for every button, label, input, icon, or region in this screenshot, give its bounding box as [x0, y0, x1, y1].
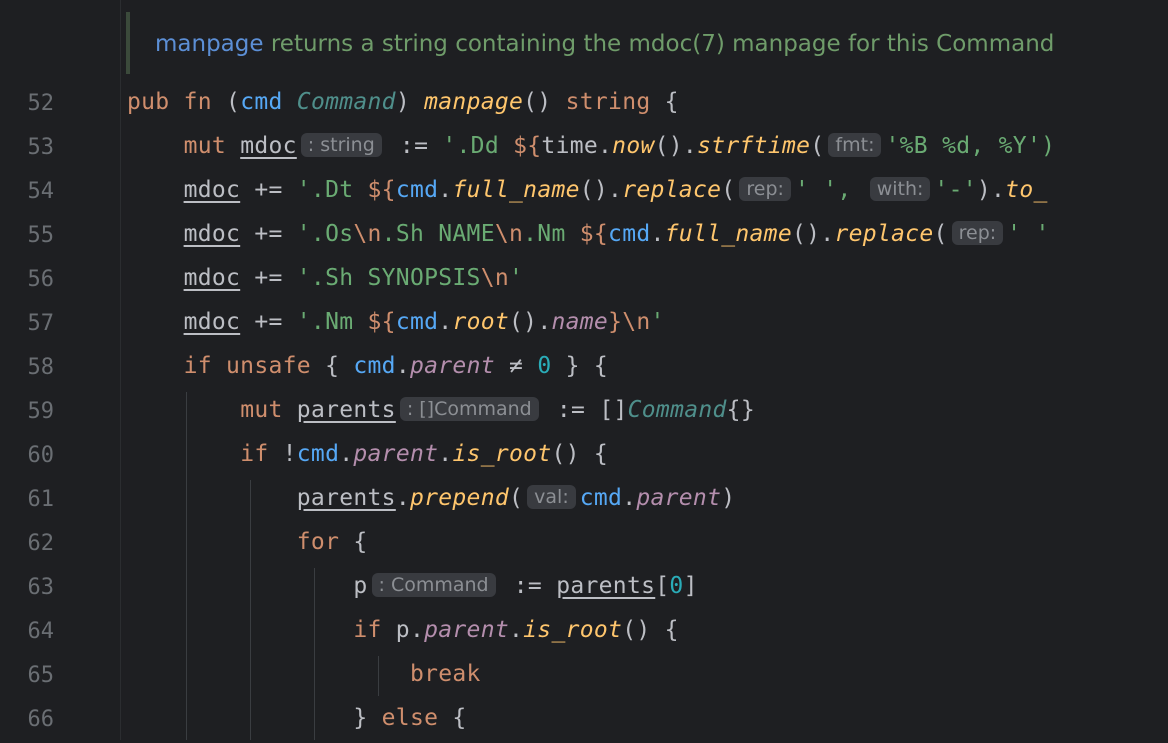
param-hint: val: — [527, 485, 576, 509]
line-number: 64 — [27, 619, 55, 644]
code-text[interactable]: } else { — [127, 705, 467, 731]
code-line[interactable]: 52 pub fn (cmd Command) manpage() string… — [0, 83, 1168, 127]
code-line[interactable]: 54 mdoc += '.Dt ${cmd.full_name().replac… — [0, 171, 1168, 215]
doc-comment-ref[interactable]: manpage — [155, 31, 264, 57]
line-number: 56 — [27, 267, 55, 292]
param-hint: rep: — [739, 177, 791, 201]
code-text[interactable]: mdoc += '.Dt ${cmd.full_name().replace(r… — [127, 177, 1048, 203]
line-number: 53 — [27, 135, 55, 160]
code-text[interactable]: if p.parent.is_root() { — [127, 617, 679, 643]
type-hint: : []Command — [399, 397, 539, 421]
code-text[interactable]: break — [127, 661, 481, 687]
code-text[interactable]: for { — [127, 529, 368, 555]
line-number: 52 — [27, 91, 55, 116]
code-text[interactable]: mdoc += '.Nm ${cmd.root().name}\n' — [127, 309, 665, 335]
code-line[interactable]: 63 p: Command := parents[0] — [0, 567, 1168, 611]
code-line[interactable]: 57 mdoc += '.Nm ${cmd.root().name}\n' — [0, 303, 1168, 347]
code-text[interactable]: if !cmd.parent.is_root() { — [127, 441, 608, 467]
line-number: 58 — [27, 355, 55, 380]
line-number: 60 — [27, 443, 55, 468]
param-hint: fmt: — [828, 133, 882, 157]
line-number: 57 — [27, 311, 55, 336]
code-line[interactable]: 66 } else { — [0, 699, 1168, 743]
code-line[interactable]: 60 if !cmd.parent.is_root() { — [0, 435, 1168, 479]
line-number: 59 — [27, 399, 55, 424]
line-number: 62 — [27, 531, 55, 556]
line-number: 63 — [27, 575, 55, 600]
code-line[interactable]: 61 parents.prepend(val: cmd.parent) — [0, 479, 1168, 523]
param-hint: rep: — [951, 221, 1004, 245]
line-number: 65 — [27, 663, 55, 688]
code-text[interactable]: mut mdoc: string := '.Dd ${time.now().st… — [127, 133, 1055, 159]
code-text[interactable]: parents.prepend(val: cmd.parent) — [127, 485, 735, 511]
code-text[interactable]: pub fn (cmd Command) manpage() string { — [127, 89, 679, 115]
code-line[interactable]: 59 mut parents: []Command := []Command{} — [0, 391, 1168, 435]
code-line[interactable]: 56 mdoc += '.Sh SYNOPSIS\n' — [0, 259, 1168, 303]
code-text[interactable]: mdoc += '.Os\n.Sh NAME\n.Nm ${cmd.full_n… — [127, 221, 1050, 247]
type-hint: : string — [300, 133, 382, 157]
param-hint: with: — [869, 177, 931, 201]
code-line[interactable]: 55 mdoc += '.Os\n.Sh NAME\n.Nm ${cmd.ful… — [0, 215, 1168, 259]
line-number: 54 — [27, 179, 55, 204]
code-line[interactable]: 65 break — [0, 655, 1168, 699]
line-number: 61 — [27, 487, 55, 512]
code-line[interactable]: 64 if p.parent.is_root() { — [0, 611, 1168, 655]
code-line[interactable]: 62 for { — [0, 523, 1168, 567]
code-line[interactable]: 53 mut mdoc: string := '.Dd ${time.now()… — [0, 127, 1168, 171]
code-text[interactable]: p: Command := parents[0] — [127, 573, 698, 599]
doc-comment-bar — [126, 12, 130, 74]
doc-comment-text: returns a string containing the mdoc(7) … — [263, 31, 1055, 57]
type-hint: : Command — [371, 573, 496, 597]
code-text[interactable]: mdoc += '.Sh SYNOPSIS\n' — [127, 265, 523, 291]
code-line[interactable]: 58 if unsafe { cmd.parent ≠ 0 } { — [0, 347, 1168, 391]
line-number: 55 — [27, 223, 55, 248]
line-number: 66 — [27, 707, 55, 732]
code-text[interactable]: if unsafe { cmd.parent ≠ 0 } { — [127, 353, 608, 379]
code-text[interactable]: mut parents: []Command := []Command{} — [127, 397, 755, 423]
doc-comment: manpage returns a string containing the … — [155, 31, 1054, 57]
